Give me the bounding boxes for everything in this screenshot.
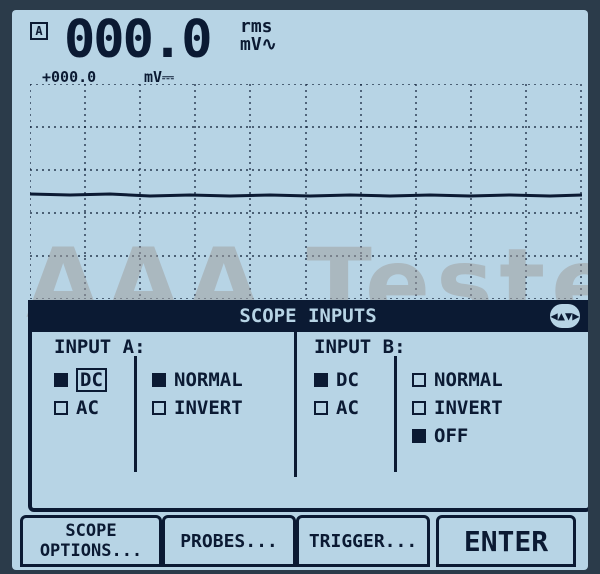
input-b-ac-option[interactable]: AC (314, 396, 359, 420)
checkbox-checked-icon (314, 373, 328, 387)
input-b-dc-option[interactable]: DC (314, 368, 359, 392)
option-label: INVERT (434, 397, 503, 419)
checkbox-checked-icon (412, 429, 426, 443)
checkbox-icon (152, 401, 166, 415)
enter-softkey[interactable]: ENTER (436, 515, 576, 567)
input-a-dc-option[interactable]: DC (54, 368, 107, 392)
main-reading: 000.0 (64, 10, 213, 70)
checkbox-checked-icon (152, 373, 166, 387)
option-label: NORMAL (174, 369, 243, 391)
input-a-normal-option[interactable]: NORMAL (152, 368, 243, 392)
trigger-softkey[interactable]: TRIGGER... (296, 515, 430, 567)
option-label: NORMAL (434, 369, 503, 391)
input-a-label: INPUT A: (54, 336, 146, 358)
input-b-normal-option[interactable]: NORMAL (412, 368, 503, 392)
probes-softkey[interactable]: PROBES... (162, 515, 296, 567)
scope-inputs-panel: INPUT A: INPUT B: DC AC NORMAL INVERT DC… (28, 332, 588, 512)
softkey-label-line1: SCOPE (65, 521, 117, 541)
softkey-label: TRIGGER... (308, 530, 418, 552)
option-label: OFF (434, 425, 469, 447)
checkbox-icon (54, 401, 68, 415)
input-b-off-option[interactable]: OFF (412, 424, 468, 448)
scope-options-softkey[interactable]: SCOPE OPTIONS... (20, 515, 162, 567)
divider (394, 356, 397, 472)
channel-badge: A (30, 22, 48, 40)
unit-label: mV∿ (240, 34, 277, 55)
input-a-invert-option[interactable]: INVERT (152, 396, 243, 420)
waveform-trace (30, 192, 582, 198)
softkey-label: PROBES... (180, 530, 278, 552)
divider (294, 332, 297, 477)
checkbox-icon (412, 373, 426, 387)
checkbox-icon (314, 401, 328, 415)
input-a-ac-option[interactable]: AC (54, 396, 99, 420)
lcd-screen: A 000.0 rms mV∿ +000.0 mV⎓ AAA Testers (12, 10, 588, 570)
option-label: AC (336, 397, 359, 419)
input-b-invert-option[interactable]: INVERT (412, 396, 503, 420)
option-label: AC (76, 397, 99, 419)
option-label: DC (336, 369, 359, 391)
panel-title-text: SCOPE INPUTS (239, 305, 377, 327)
scope-inputs-title: SCOPE INPUTS ◀▲▼▶ (28, 300, 588, 332)
navigation-arrows-icon: ◀▲▼▶ (550, 304, 580, 328)
option-label: DC (76, 368, 107, 392)
softkey-label-line2: OPTIONS... (39, 541, 143, 561)
option-label: INVERT (174, 397, 243, 419)
checkbox-icon (412, 401, 426, 415)
checkbox-checked-icon (54, 373, 68, 387)
divider (134, 356, 137, 472)
input-b-label: INPUT B: (314, 336, 406, 358)
softkey-label: ENTER (463, 524, 549, 558)
